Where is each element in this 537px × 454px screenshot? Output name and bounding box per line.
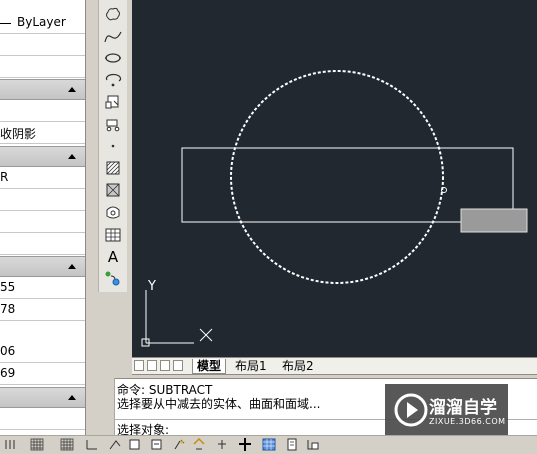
tab-model[interactable]: 模型 bbox=[192, 359, 227, 374]
property-row-blank[interactable] bbox=[0, 189, 85, 211]
property-shadow[interactable]: 收阴影 bbox=[0, 122, 85, 144]
section-header-geometry[interactable] bbox=[0, 146, 85, 167]
command-history-line: 选择要从中减去的实体、曲面和面域... bbox=[117, 397, 321, 411]
property-linetype[interactable]: ByLayer bbox=[0, 12, 85, 34]
property-row-blank[interactable] bbox=[0, 56, 85, 78]
collapse-arrow-icon[interactable] bbox=[68, 87, 76, 92]
next-tab-button[interactable] bbox=[160, 360, 170, 371]
snap-tracking-icon[interactable] bbox=[128, 438, 142, 451]
geom-value: 69 bbox=[0, 366, 16, 380]
ucs-y-label: Y bbox=[147, 279, 156, 294]
ortho-mode-icon[interactable] bbox=[60, 438, 74, 451]
linetype-swatch bbox=[0, 23, 11, 24]
grid-display-icon[interactable] bbox=[30, 438, 44, 451]
grip-point[interactable] bbox=[441, 187, 447, 193]
geom-value: 06 bbox=[0, 344, 16, 358]
ellipse-icon[interactable] bbox=[103, 49, 123, 67]
properties-palette: ByLayer 收阴影 R 55 78 06 69 bbox=[0, 0, 86, 435]
property-row-blank[interactable] bbox=[0, 211, 85, 233]
last-tab-button[interactable] bbox=[173, 360, 183, 371]
point-icon[interactable] bbox=[103, 137, 123, 155]
region-icon[interactable] bbox=[103, 204, 123, 222]
table-icon[interactable] bbox=[103, 226, 123, 244]
watermark-title: 溜溜自学 bbox=[429, 398, 497, 418]
section-header-geometry-2[interactable] bbox=[0, 256, 85, 277]
tab-layout2[interactable]: 布局2 bbox=[282, 359, 314, 373]
selection-cycling-icon[interactable] bbox=[262, 438, 276, 451]
watermark-logo: 溜溜自学 ZIXUE.3D66.COM bbox=[385, 384, 508, 436]
quick-properties-icon[interactable] bbox=[238, 438, 252, 451]
status-bar bbox=[0, 435, 537, 452]
cursor-input-box bbox=[460, 208, 528, 233]
layout-tab-bar: 模型 布局1 布局2 bbox=[132, 357, 537, 375]
material-value: R bbox=[0, 170, 9, 184]
watermark-url: ZIXUE.3D66.COM bbox=[429, 417, 506, 426]
make-block-icon[interactable] bbox=[103, 115, 123, 133]
property-geom-1[interactable]: 55 bbox=[0, 277, 85, 299]
shadow-value: 收阴影 bbox=[0, 127, 37, 141]
property-row-blank[interactable] bbox=[0, 321, 85, 343]
collapse-arrow-icon[interactable] bbox=[68, 264, 76, 269]
property-material[interactable]: R bbox=[0, 167, 85, 189]
ucs-icon bbox=[141, 290, 213, 347]
spline-icon[interactable] bbox=[103, 28, 123, 46]
property-geom-4[interactable]: 69 bbox=[0, 363, 85, 385]
snap-grid-icon[interactable] bbox=[4, 438, 18, 451]
section-header-3d-visualization[interactable] bbox=[0, 79, 85, 100]
property-row-blank[interactable] bbox=[0, 233, 85, 255]
transparency-icon[interactable] bbox=[215, 438, 229, 451]
annotation-monitor-icon[interactable] bbox=[285, 438, 299, 451]
property-geom-3[interactable]: 06 bbox=[0, 341, 85, 363]
draw-toolbar: A bbox=[98, 0, 128, 292]
add-selected-icon[interactable] bbox=[103, 269, 123, 287]
dynamic-input-icon[interactable] bbox=[172, 438, 186, 451]
property-row-blank[interactable] bbox=[0, 408, 85, 430]
hatch-icon[interactable] bbox=[103, 159, 123, 177]
property-row-blank[interactable] bbox=[0, 34, 85, 56]
object-snap-icon[interactable] bbox=[108, 438, 122, 451]
polar-tracking-icon[interactable] bbox=[85, 438, 99, 451]
prev-tab-button[interactable] bbox=[147, 360, 157, 371]
collapse-arrow-icon[interactable] bbox=[68, 395, 76, 400]
tab-layout1[interactable]: 布局1 bbox=[235, 359, 267, 373]
revcloud-icon[interactable] bbox=[103, 5, 123, 23]
circle-entity-selected[interactable] bbox=[230, 70, 444, 284]
command-line-grip[interactable] bbox=[100, 378, 115, 435]
linetype-value: ByLayer bbox=[17, 15, 66, 29]
property-row-blank[interactable] bbox=[0, 100, 85, 122]
first-tab-button[interactable] bbox=[134, 360, 144, 371]
gradient-icon[interactable] bbox=[103, 181, 123, 199]
lineweight-icon[interactable] bbox=[192, 437, 206, 451]
insert-block-icon[interactable] bbox=[103, 93, 123, 111]
property-geom-2[interactable]: 78 bbox=[0, 299, 85, 321]
collapse-arrow-icon[interactable] bbox=[68, 154, 76, 159]
geom-value: 78 bbox=[0, 302, 16, 316]
model-space-icon[interactable] bbox=[306, 438, 320, 451]
multiline-text-icon[interactable]: A bbox=[103, 248, 123, 266]
model-space-canvas[interactable]: Y bbox=[132, 0, 537, 357]
section-header-misc[interactable] bbox=[0, 387, 85, 408]
dynamic-ucs-icon[interactable] bbox=[150, 438, 164, 451]
geom-value: 55 bbox=[0, 280, 16, 294]
ellipse-arc-icon[interactable] bbox=[103, 70, 123, 88]
